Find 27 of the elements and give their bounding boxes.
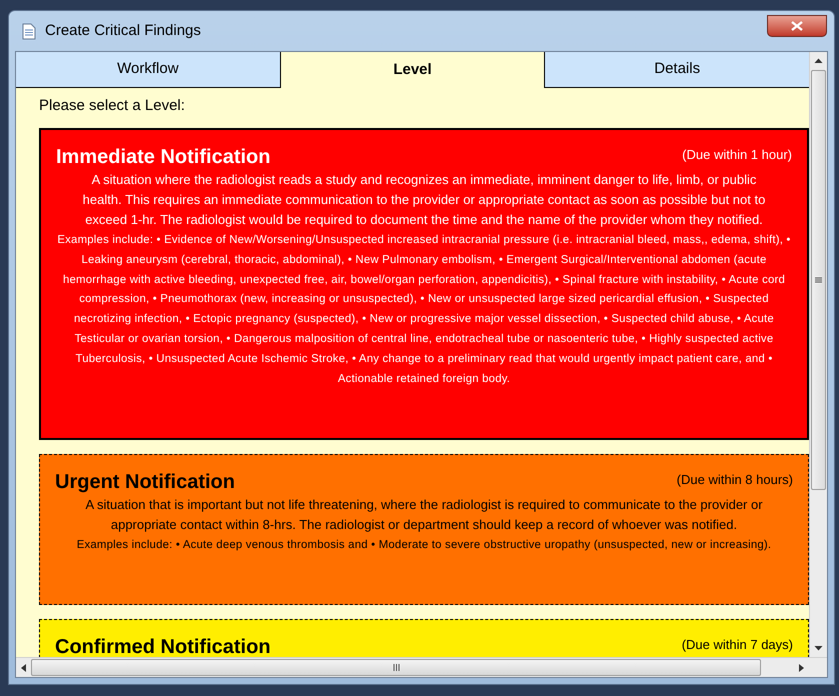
level-examples: Examples include: • Evidence of New/Worsening/Unsuspected increased intracranial pressure (i.e. intracranial bleed, mass,, edema, shift), • Leaking aneurysm (cerebral, thoracic, abdominal), • New Pulmonary embolism, • Emergent Surgical/Interventional abdomen (acute hemorrhage with active bleeding, unexpected free, air, bowel/organ perforation, appendicitis), • Spinal fracture with instability, • Acute cord compression, • Pneumothorax (new, increasing or unsuspected), • New or unsuspected large sized pericardial effusion, • Suspected necrotizing infection, • Ectopic pregnancy (suspected), • New or progressive major vessel dissection, • Suspected child abuse, • Acute Testicular or ovarian torsion, • Dangerous malposition of central line, endotracheal tube or nasoenteric tube, • Highly suspected active Tuberculosis, • Unsuspected Acute Ischemic Stroke, • Any change to a preliminary read that would urgently impact patient care, and • Actionable retained foreign body. [56,233,792,387]
level-examples: Examples include: • Acute deep venous thrombosis and • Moderate to severe obstructive uropathy (unsuspected, new or increasing). [76,538,772,553]
tab[interactable]: Level [280,52,546,88]
due-time: (Due within 8 hours) [676,471,793,489]
due-time: (Due within 7 days) [682,636,793,654]
document-icon [22,22,36,40]
window-title: Create Critical Findings [45,20,201,41]
level-card[interactable]: Confirmed Notification (Due within 7 days) [39,619,809,657]
scroll-thumb[interactable] [31,659,761,676]
level-prompt: Please select a Level: [39,96,186,116]
close-button[interactable] [767,15,827,37]
scroll-thumb[interactable] [811,70,826,490]
grip-icon [815,277,822,283]
level-title: Immediate Notification [56,145,270,170]
horizontal-scrollbar[interactable] [16,657,827,677]
due-time: (Due within 1 hour) [682,146,792,164]
tab[interactable]: Details [545,52,809,88]
level-title: Confirmed Notification [55,635,271,657]
level-card[interactable] [39,128,809,440]
level-description: A situation that is important but not life threatening, where the radiologist is required to communicate to the provider or appropriate contact within 8-hrs. The radiologist or department should keep a record of whoever was notified. [84,496,764,534]
grip-icon [392,664,400,671]
level-title: Urgent Notification [55,470,235,495]
level-description: A situation where the radiologist reads a study and recognizes an immediate, imminent danger to life, limb, or public health. This requires an immediate communication to the provider or appropriate contact as soon as possible but not to exceed 1-hr. The radiologist would be required to document the time and the name of the provider whom they notified. [82,171,766,229]
tab[interactable]: Workflow [16,52,280,88]
vertical-scrollbar[interactable] [809,52,827,657]
level-card[interactable] [39,454,809,605]
close-icon [791,21,803,31]
